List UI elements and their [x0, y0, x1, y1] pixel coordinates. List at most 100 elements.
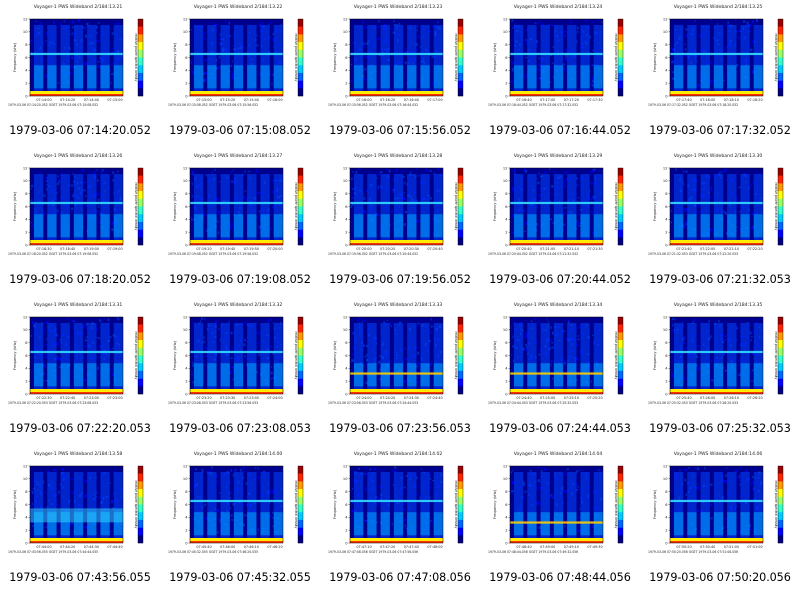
noise-pixel — [670, 47, 673, 50]
spectrogram-thumbnail[interactable]: Voyager-1 PWS Wideband 2/184:13.21 Freque… — [0, 0, 160, 149]
noise-pixel — [98, 65, 101, 69]
noise-pixel — [724, 339, 726, 341]
noise-pixel — [530, 320, 533, 323]
x-tick-label: 07:47:40 — [404, 545, 419, 549]
noise-pixel — [683, 342, 686, 345]
thumbnail-caption[interactable]: 1979-03-06 07:19:08.052 — [160, 273, 320, 286]
burst-lower — [740, 512, 750, 536]
noise-pixel — [417, 352, 419, 355]
burst-lower — [380, 512, 390, 536]
thumbnail-caption[interactable]: 1979-03-06 07:47:08.056 — [320, 571, 480, 584]
burst-lower — [393, 65, 404, 89]
spectrogram-thumbnail[interactable]: Voyager-1 PWS Wideband 2/184:14.02 Freque… — [320, 447, 480, 596]
thumbnail-caption[interactable]: 1979-03-06 07:23:08.053 — [160, 422, 320, 435]
noise-pixel — [43, 364, 46, 368]
noise-pixel — [77, 19, 81, 23]
spectrogram-thumbnail[interactable]: Voyager-1 PWS Wideband 2/184:13.24 Freque… — [480, 0, 640, 149]
x-tick-label: 07:16:00 — [267, 98, 282, 102]
noise-pixel — [591, 64, 594, 66]
spectrogram-thumbnail[interactable]: Voyager-1 PWS Wideband 2/184:13.30 Freque… — [640, 149, 800, 298]
spectrogram-thumbnail[interactable]: Voyager-1 PWS Wideband 2/184:14.00 Freque… — [160, 447, 320, 596]
thumbnail-caption[interactable]: 1979-03-06 07:22:20.053 — [0, 422, 160, 435]
noise-pixel — [191, 364, 195, 367]
noise-pixel — [203, 71, 205, 74]
burst-lower — [220, 65, 230, 89]
thumbnail-caption[interactable]: 1979-03-06 07:24:44.053 — [480, 422, 640, 435]
noise-pixel — [683, 208, 686, 211]
noise-pixel — [563, 359, 566, 362]
colorbar-segment — [618, 168, 623, 176]
spectrogram-thumbnail[interactable]: Voyager-1 PWS Wideband 2/184:13.29 Freque… — [480, 149, 640, 298]
thumbnail-caption[interactable]: 1979-03-06 07:18:20.052 — [0, 273, 160, 286]
x-tick-label: 07:19:50 — [244, 247, 259, 251]
noise-pixel — [564, 30, 567, 33]
thumbnail-caption[interactable]: 1979-03-06 07:50:20.056 — [640, 571, 800, 584]
x-tick-label: 07:47:20 — [380, 545, 395, 549]
thumbnail-caption[interactable]: 1979-03-06 07:25:32.053 — [640, 422, 800, 435]
thumbnail-caption[interactable]: 1979-03-06 07:21:32.053 — [640, 273, 800, 286]
noise-pixel — [523, 483, 525, 486]
thumbnail-caption[interactable]: 1979-03-06 07:43:56.055 — [0, 571, 160, 584]
spectrogram-thumbnail[interactable]: Voyager-1 PWS Wideband 2/184:14.06 Freque… — [640, 447, 800, 596]
noise-pixel — [700, 321, 703, 323]
y-tick-label: 6 — [185, 354, 188, 358]
noise-pixel — [56, 192, 58, 194]
noise-pixel — [97, 366, 99, 370]
low-frequency-band — [510, 240, 603, 243]
noise-pixel — [673, 318, 676, 321]
noise-pixel — [96, 179, 99, 182]
noise-pixel — [218, 492, 221, 494]
thumbnail-caption[interactable]: 1979-03-06 07:48:44.056 — [480, 571, 640, 584]
noise-pixel — [57, 175, 59, 178]
y-axis-label: Frequency (kHz) — [333, 42, 337, 72]
noise-pixel — [429, 477, 432, 480]
spectrogram-thumbnail[interactable]: Voyager-1 PWS Wideband 2/184:13.58 Freque… — [0, 447, 160, 596]
noise-pixel — [44, 356, 47, 359]
noise-pixel — [564, 473, 567, 476]
thumbnail-caption[interactable]: 1979-03-06 07:45:32.055 — [160, 571, 320, 584]
y-tick-label: 10 — [23, 477, 28, 481]
emission-band — [510, 52, 603, 56]
spectrogram-thumbnail[interactable]: Voyager-1 PWS Wideband 2/184:13.35 Freque… — [640, 298, 800, 447]
thumbnail-caption[interactable]: 1979-03-06 07:14:20.052 — [0, 124, 160, 137]
thumbnail-caption[interactable]: 1979-03-06 07:20:44.052 — [480, 273, 640, 286]
thumbnail-caption[interactable]: 1979-03-06 07:17:32.052 — [640, 124, 800, 137]
burst-lower — [713, 363, 724, 387]
colorbar-segment — [458, 535, 463, 544]
thumbnail-caption[interactable]: 1979-03-06 07:15:56.052 — [320, 124, 480, 137]
y-tick-label: 8 — [185, 341, 188, 345]
burst-lower — [420, 214, 430, 238]
spectrogram-thumbnail[interactable]: Voyager-1 PWS Wideband 2/184:14.04 Freque… — [480, 447, 640, 596]
spectrogram-thumbnail[interactable]: Voyager-1 PWS Wideband 2/184:13.23 Freque… — [320, 0, 480, 149]
thumbnail-caption[interactable]: 1979-03-06 07:23:56.053 — [320, 422, 480, 435]
burst-lower — [113, 65, 123, 89]
noise-pixel — [363, 78, 367, 81]
time-range-footer: 1979-03-06 07:20:44.052 OGET 1979-03-06 … — [488, 252, 578, 256]
spectrogram-thumbnail[interactable]: Voyager-1 PWS Wideband 2/184:13.31 Freque… — [0, 298, 160, 447]
y-tick-label: 0 — [185, 392, 188, 396]
spectrogram-thumbnail[interactable]: Voyager-1 PWS Wideband 2/184:13.26 Freque… — [0, 149, 160, 298]
x-tick-label: 07:17:00 — [540, 98, 555, 102]
thumbnail-caption[interactable]: 1979-03-06 07:16:44.052 — [480, 124, 640, 137]
spectrogram-thumbnail[interactable]: Voyager-1 PWS Wideband 2/184:13.34 Freque… — [480, 298, 640, 447]
colorbar-segment — [298, 237, 303, 246]
noise-pixel — [46, 349, 48, 351]
burst-lower — [687, 512, 697, 536]
spectrogram-thumbnail[interactable]: Voyager-1 PWS Wideband 2/184:13.33 Freque… — [320, 298, 480, 447]
spectrogram-thumbnail[interactable]: Voyager-1 PWS Wideband 2/184:13.32 Freque… — [160, 298, 320, 447]
noise-pixel — [210, 466, 214, 469]
noise-pixel — [71, 478, 74, 480]
noise-pixel — [432, 233, 434, 236]
spectrogram-thumbnail[interactable]: Voyager-1 PWS Wideband 2/184:13.27 Freque… — [160, 149, 320, 298]
spectrogram-thumbnail[interactable]: Voyager-1 PWS Wideband 2/184:13.25 Freque… — [640, 0, 800, 149]
noise-pixel — [201, 468, 204, 472]
spectrogram-thumbnail[interactable]: Voyager-1 PWS Wideband 2/184:13.22 Freque… — [160, 0, 320, 149]
burst-lower — [260, 512, 270, 536]
thumbnail-caption[interactable]: 1979-03-06 07:19:56.052 — [320, 273, 480, 286]
spectrogram-thumbnail[interactable]: Voyager-1 PWS Wideband 2/184:13.28 Freque… — [320, 149, 480, 298]
noise-pixel — [564, 171, 567, 174]
thumbnail-caption[interactable]: 1979-03-06 07:15:08.052 — [160, 124, 320, 137]
colorbar-segment — [618, 527, 623, 536]
x-tick-label: 07:18:30 — [36, 247, 51, 251]
burst-lower — [407, 65, 417, 89]
